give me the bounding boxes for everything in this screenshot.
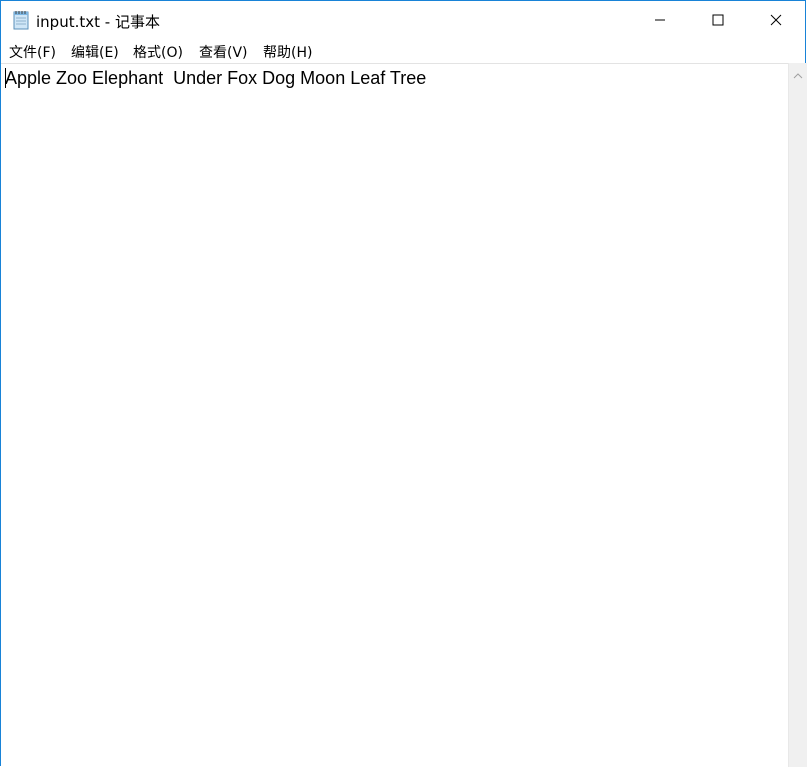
title-bar[interactable]: input.txt - 记事本 bbox=[1, 1, 805, 39]
minimize-button[interactable] bbox=[631, 1, 689, 39]
menu-bar: 文件(F) 编辑(E) 格式(O) 查看(V) 帮助(H) bbox=[1, 39, 805, 63]
scroll-up-arrow-icon bbox=[793, 64, 803, 83]
close-button[interactable] bbox=[747, 1, 805, 39]
close-icon bbox=[770, 11, 782, 30]
maximize-icon bbox=[712, 11, 724, 30]
vertical-scrollbar[interactable] bbox=[788, 63, 807, 767]
menu-view[interactable]: 查看(V) bbox=[198, 42, 249, 62]
notepad-icon bbox=[12, 10, 30, 30]
menu-format[interactable]: 格式(O) bbox=[132, 42, 184, 62]
menu-file[interactable]: 文件(F) bbox=[8, 42, 57, 62]
text-caret bbox=[5, 68, 6, 88]
minimize-icon bbox=[654, 11, 666, 30]
text-editor-area[interactable]: Apple Zoo Elephant Under Fox Dog Moon Le… bbox=[1, 63, 788, 767]
editor-content[interactable]: Apple Zoo Elephant Under Fox Dog Moon Le… bbox=[5, 66, 426, 90]
menu-help[interactable]: 帮助(H) bbox=[262, 42, 313, 62]
menu-edit[interactable]: 编辑(E) bbox=[70, 42, 120, 62]
notepad-window: input.txt - 记事本 文件(F) 编辑(E) 格式(O) 查看(V) … bbox=[0, 0, 807, 767]
scroll-up-button[interactable] bbox=[789, 63, 807, 83]
window-title: input.txt - 记事本 bbox=[36, 13, 160, 31]
maximize-button[interactable] bbox=[689, 1, 747, 39]
